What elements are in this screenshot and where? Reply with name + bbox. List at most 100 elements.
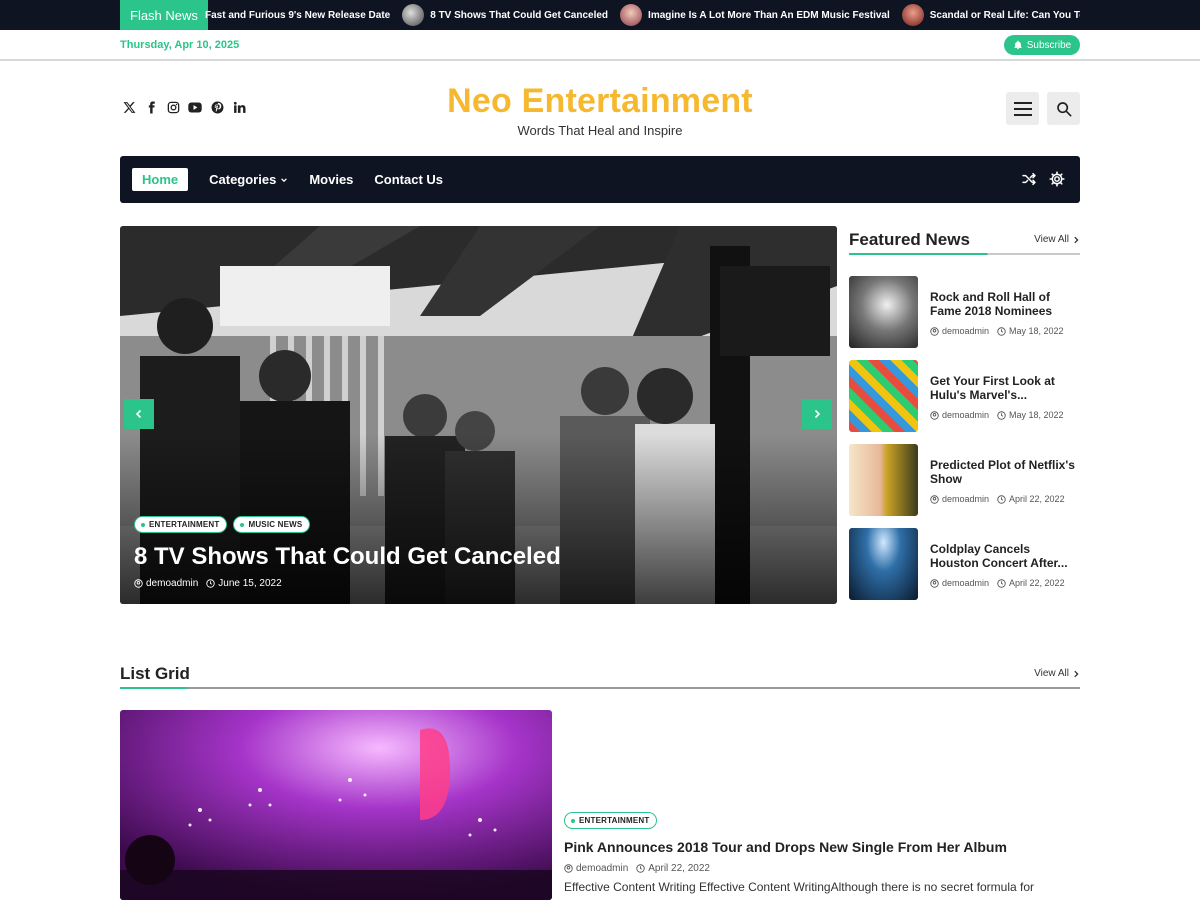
clock-icon — [206, 579, 215, 588]
list-grid-view-all-link[interactable]: View All — [1034, 668, 1080, 679]
list-grid-heading: List Grid — [120, 663, 190, 683]
ticker-item[interactable]: Imagine Is A Lot More Than An EDM Music … — [620, 4, 890, 26]
shuffle-icon[interactable] — [1021, 171, 1037, 192]
post-author[interactable]: demoadmin — [576, 863, 628, 874]
ticker-thumbnail — [620, 4, 643, 26]
post-meta: demoadmin May 18, 2022 — [930, 410, 1080, 420]
post-title[interactable]: Pink Announces 2018 Tour and Drops New S… — [564, 839, 1007, 855]
main-navigation: Home Categories Movies Contact Us — [120, 156, 1080, 203]
bell-icon — [1014, 40, 1022, 50]
site-tagline: Words That Heal and Inspire — [517, 123, 683, 138]
category-badge[interactable]: MUSIC NEWS — [233, 516, 311, 533]
user-icon — [930, 326, 939, 336]
slider-prev-button[interactable] — [124, 399, 154, 429]
clock-icon — [997, 494, 1006, 504]
category-badge[interactable]: ENTERTAINMENT — [564, 812, 658, 829]
post-thumbnail[interactable] — [849, 360, 918, 432]
ticker-item[interactable]: Scandal or Real Life: Can You Tell the D… — [901, 4, 1080, 26]
post-date: May 18, 2022 — [1009, 410, 1064, 420]
post-title[interactable]: Coldplay Cancels Houston Concert After..… — [930, 542, 1080, 570]
flash-news-ticker: Flash News Fast and Furious 9's New Rele… — [0, 0, 1200, 30]
search-icon — [1056, 101, 1071, 116]
subscribe-button[interactable]: Subscribe — [1004, 35, 1080, 55]
list-item[interactable]: Get Your First Look at Hulu's Marvel's..… — [849, 360, 1080, 444]
ticker-item-text: 8 TV Shows That Could Get Canceled — [430, 9, 609, 21]
current-date: Thursday, Apr 10, 2025 — [120, 39, 240, 51]
nav-item-movies[interactable]: Movies — [309, 172, 353, 187]
site-branding: Neo Entertainment Words That Heal and In… — [350, 82, 850, 138]
instagram-icon[interactable] — [166, 100, 180, 114]
ticker-thumbnail — [402, 4, 425, 26]
view-all-label: View All — [1034, 668, 1069, 679]
clock-icon — [997, 326, 1006, 336]
featured-news-heading: Featured News — [849, 229, 970, 249]
chevron-right-icon — [814, 409, 821, 419]
linkedin-icon[interactable] — [232, 100, 246, 114]
post-author[interactable]: demoadmin — [942, 326, 989, 336]
ticker-track: Fast and Furious 9's New Release Date 8 … — [205, 0, 1080, 30]
slider-next-button[interactable] — [802, 399, 832, 429]
chevron-left-icon — [135, 409, 142, 419]
user-icon — [134, 579, 143, 588]
post-thumbnail[interactable] — [849, 276, 918, 348]
site-title[interactable]: Neo Entertainment — [350, 82, 850, 121]
ticker-item[interactable]: Fast and Furious 9's New Release Date — [205, 10, 390, 21]
post-meta: demoadmin April 22, 2022 — [930, 494, 1080, 504]
slider-post-title[interactable]: 8 TV Shows That Could Get Canceled — [134, 543, 561, 571]
x-icon[interactable] — [122, 100, 136, 114]
nav-item-label: Categories — [209, 172, 277, 187]
ticker-item-text: Fast and Furious 9's New Release Date — [205, 9, 391, 21]
post-excerpt: Effective Content Writing Effective Cont… — [564, 880, 1035, 894]
post-meta: demoadmin May 18, 2022 — [930, 326, 1080, 336]
facebook-icon[interactable] — [144, 100, 158, 114]
social-links — [122, 100, 246, 114]
list-grid-header: List Grid View All — [120, 660, 1080, 689]
nav-item-contact-us[interactable]: Contact Us — [374, 172, 443, 187]
user-icon — [930, 494, 939, 504]
post-author[interactable]: demoadmin — [942, 494, 989, 504]
nav-item-categories[interactable]: Categories — [209, 172, 288, 187]
subscribe-label: Subscribe — [1026, 39, 1072, 51]
chevron-right-icon — [1074, 236, 1079, 243]
post-date: April 22, 2022 — [1009, 578, 1065, 588]
hamburger-icon — [1013, 101, 1032, 116]
post-title[interactable]: Predicted Plot of Netflix's Show — [930, 458, 1080, 486]
list-item[interactable]: Coldplay Cancels Houston Concert After..… — [849, 528, 1080, 612]
menu-toggle-button[interactable] — [1006, 92, 1039, 125]
post-thumbnail[interactable] — [849, 444, 918, 516]
section-underline — [849, 253, 1080, 255]
flash-news-label: Flash News — [120, 0, 208, 30]
search-button[interactable] — [1047, 92, 1080, 125]
clock-icon — [997, 578, 1006, 588]
nav-item-home[interactable]: Home — [132, 168, 189, 191]
date-bar: Thursday, Apr 10, 2025 Subscribe — [0, 30, 1200, 61]
post-title[interactable]: Rock and Roll Hall of Fame 2018 Nominees — [930, 290, 1080, 318]
list-item[interactable]: Rock and Roll Hall of Fame 2018 Nominees… — [849, 276, 1080, 360]
user-icon — [564, 864, 573, 873]
pinterest-icon[interactable] — [210, 100, 224, 114]
youtube-icon[interactable] — [188, 100, 202, 114]
featured-view-all-link[interactable]: View All — [1034, 234, 1080, 245]
post-author[interactable]: demoadmin — [942, 578, 989, 588]
gear-icon[interactable] — [1049, 171, 1065, 192]
list-item[interactable]: Predicted Plot of Netflix's Show demoadm… — [849, 444, 1080, 528]
ticker-item-text: Imagine Is A Lot More Than An EDM Music … — [648, 9, 890, 21]
category-badge[interactable]: ENTERTAINMENT — [134, 516, 228, 533]
ticker-thumbnail — [901, 4, 924, 26]
post-title[interactable]: Get Your First Look at Hulu's Marvel's..… — [930, 374, 1080, 402]
clock-icon — [997, 410, 1006, 420]
user-icon — [930, 410, 939, 420]
post-thumbnail[interactable] — [849, 528, 918, 600]
clock-icon — [636, 864, 645, 873]
chevron-down-icon — [281, 177, 288, 182]
post-date: May 18, 2022 — [1009, 326, 1064, 336]
section-underline — [120, 687, 1080, 689]
post-thumbnail[interactable] — [120, 710, 552, 900]
post-date: June 15, 2022 — [218, 578, 282, 589]
post-author[interactable]: demoadmin — [942, 410, 989, 420]
ticker-item[interactable]: 8 TV Shows That Could Get Canceled — [402, 4, 608, 26]
post-author[interactable]: demoadmin — [146, 578, 198, 589]
user-icon — [930, 578, 939, 588]
ticker-item-text: Scandal or Real Life: Can You Tell the D… — [929, 9, 1080, 21]
post-meta: demoadmin April 22, 2022 — [564, 863, 710, 874]
